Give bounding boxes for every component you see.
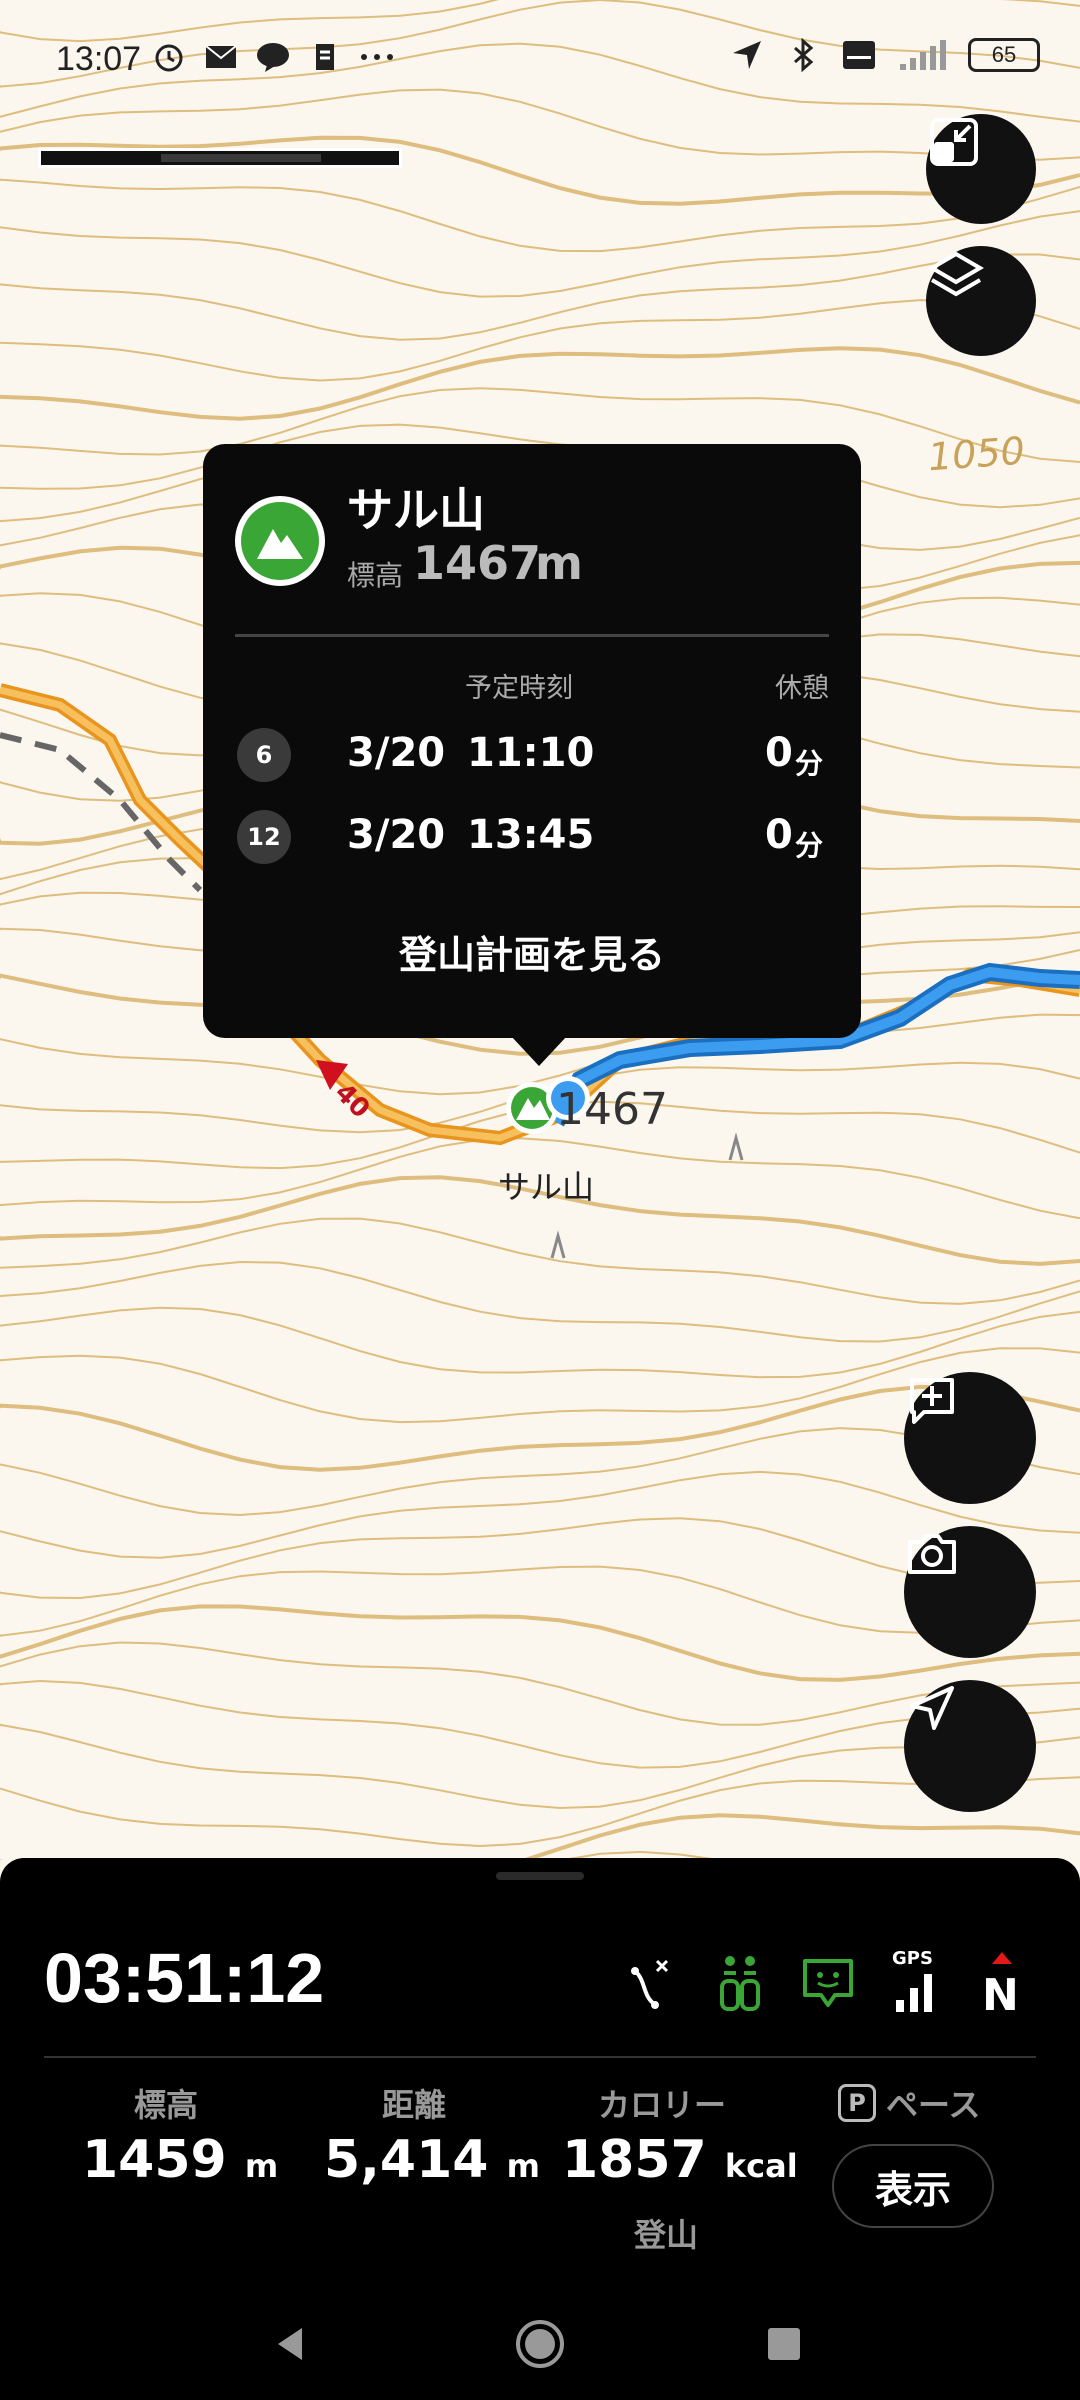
contour-line	[0, 253, 1080, 341]
add-memo-button[interactable]	[904, 1372, 1036, 1504]
schedule-row: 6 3/20 11:10 0 分	[237, 726, 831, 786]
compass-north-label: N	[982, 1970, 1019, 2021]
altitude-unit: m	[535, 536, 583, 590]
elapsed-time: 03:51:12	[44, 1939, 325, 2017]
contour-line	[0, 1306, 1080, 1379]
waypoint-number: 12	[237, 810, 291, 864]
schedule-row: 12 3/20 13:45 0 分	[237, 808, 831, 868]
camera-icon	[908, 1534, 956, 1574]
volte-icon	[840, 36, 878, 74]
stat-calorie-value: 1857	[562, 2130, 707, 2190]
panel-divider	[44, 2056, 1036, 2058]
shrink-icon	[930, 118, 978, 166]
pace-badge: P	[838, 2084, 876, 2122]
signal-icon	[896, 36, 950, 74]
home-icon[interactable]	[510, 2314, 570, 2374]
contour-line	[0, 178, 1080, 253]
mountain-icon	[235, 496, 325, 586]
stat-distance-unit: m	[506, 2147, 540, 2185]
schedule-date: 3/20	[347, 730, 446, 776]
stat-altitude-value: 1459	[82, 2130, 227, 2190]
activity-panel: 03:51:12 GPS N 標高 1459 m 距離 5,414 m カロリー…	[0, 1858, 1080, 2400]
layers-icon	[928, 251, 984, 297]
current-location-button[interactable]	[904, 1680, 1036, 1812]
peak-name: サル山	[347, 483, 485, 537]
more-icon	[358, 38, 396, 76]
route-off-icon[interactable]	[620, 1950, 680, 2016]
fit-route-button[interactable]	[926, 114, 1036, 224]
app-icon	[306, 38, 344, 76]
recents-icon[interactable]	[754, 2314, 814, 2374]
stat-altitude-unit: m	[244, 2147, 279, 2185]
column-rest: 休憩	[775, 673, 829, 704]
status-bar: 13:07 65	[0, 0, 1080, 120]
view-plan-link[interactable]: 登山計画を見る	[203, 924, 861, 979]
navigation-arrow-icon	[910, 1686, 954, 1730]
altitude-label: 標高	[347, 559, 404, 592]
stat-calorie-label: カロリー	[598, 2086, 727, 2124]
stat-altitude: 1459 m	[82, 2130, 278, 2190]
gps-signal-icon	[886, 1966, 946, 2018]
contour-line	[0, 346, 1080, 421]
rest-value: 0	[765, 730, 793, 776]
show-pace-button[interactable]: 表示	[832, 2144, 994, 2228]
schedule-time: 13:45	[467, 812, 595, 858]
pace-header: P ペース	[838, 2080, 980, 2126]
rest-unit: 分	[795, 747, 824, 780]
stat-calorie-unit: kcal	[724, 2147, 798, 2185]
message-icon[interactable]	[798, 1950, 858, 2016]
waypoint-number: 6	[237, 728, 291, 782]
rest-unit: 分	[795, 829, 824, 862]
bluetooth-icon	[784, 36, 822, 74]
peak-name-label: サル山	[498, 1168, 595, 1206]
peak-elevation-label: 1467	[556, 1084, 668, 1135]
column-scheduled-time: 予定時刻	[465, 673, 573, 704]
rest-value: 0	[765, 812, 793, 858]
schedule-date: 3/20	[347, 812, 446, 858]
group-icon[interactable]	[710, 1950, 770, 2016]
contour-line	[0, 299, 1080, 382]
status-time: 13:07	[56, 40, 142, 78]
system-nav-bar	[0, 2286, 1080, 2400]
map-layers-button[interactable]	[926, 246, 1036, 356]
stat-distance: 5,414 m	[324, 2130, 540, 2190]
mail-icon	[202, 38, 240, 76]
alarm-icon	[150, 38, 188, 76]
pace-label: ペース	[886, 2086, 981, 2124]
stat-distance-value: 5,414	[324, 2130, 489, 2190]
stat-altitude-label: 標高	[134, 2086, 199, 2124]
popup-divider	[235, 634, 829, 637]
map-scale-bar	[38, 148, 402, 168]
location-arrow-icon	[728, 36, 766, 74]
contour-elevation-label: 1050	[926, 428, 1027, 480]
panel-drag-handle[interactable]	[496, 1872, 584, 1880]
back-icon[interactable]	[260, 2314, 320, 2374]
battery-indicator: 65	[968, 38, 1040, 72]
camera-button[interactable]	[904, 1526, 1036, 1658]
activity-type-label: 登山	[634, 2216, 699, 2254]
add-note-icon	[910, 1378, 954, 1424]
stat-distance-label: 距離	[382, 2086, 447, 2124]
line-icon	[254, 38, 292, 76]
contour-line	[0, 1813, 1080, 1860]
peak-info-popup[interactable]: サル山 標高 1467 m 予定時刻 休憩 6 3/20 11:10 0 分 1…	[203, 444, 861, 1066]
stat-calorie: 1857 kcal	[562, 2130, 798, 2190]
schedule-time: 11:10	[467, 730, 595, 776]
altitude-value: 1467	[413, 536, 542, 590]
